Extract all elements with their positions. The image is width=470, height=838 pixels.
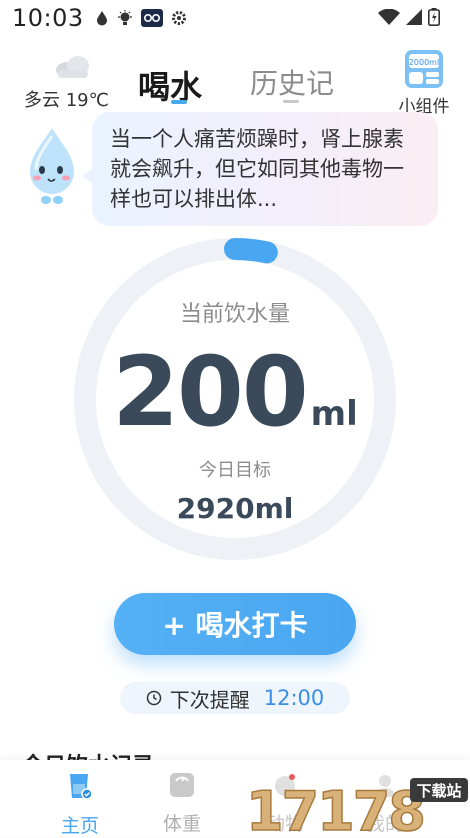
widget-button[interactable]: 2000ml 小组件 xyxy=(394,48,454,117)
water-cup-icon xyxy=(70,774,93,800)
gear-icon xyxy=(172,11,186,25)
water-drop-mascot xyxy=(30,128,74,204)
weather-text: 多云 19℃ xyxy=(24,90,109,111)
site-watermark: 17178 下载站 xyxy=(245,778,468,836)
tip-text: 当一个人痛苦烦躁时，肾上腺素就会飙升，但它如同其他毒物一样也可以排出体... xyxy=(110,127,404,211)
daily-goal-value: 2920ml xyxy=(176,492,294,525)
current-intake-value: 200 xyxy=(112,336,308,448)
nav-weight-label: 体重 xyxy=(162,813,201,835)
status-system-icons xyxy=(378,8,440,26)
status-notification-icons xyxy=(95,9,187,27)
app-notification-icon xyxy=(141,9,163,27)
next-reminder-label: 下次提醒 xyxy=(169,687,250,712)
nav-item-home[interactable]: 主页 xyxy=(50,772,110,838)
next-reminder[interactable]: 下次提醒 12:00 xyxy=(120,682,350,714)
drink-checkin-button[interactable]: + 喝水打卡 xyxy=(114,593,356,655)
cloud-icon xyxy=(56,56,89,78)
widget-icon: 2000ml xyxy=(405,50,443,88)
widget-icon-text: 2000ml xyxy=(409,58,439,67)
current-intake: 200 ml xyxy=(0,336,470,448)
current-intake-unit: ml xyxy=(310,394,358,434)
current-intake-label: 当前饮水量 xyxy=(179,302,290,327)
water-drop-icon xyxy=(97,11,107,26)
signal-icon xyxy=(406,9,422,25)
status-bar: 10:03 xyxy=(0,0,470,38)
daily-goal-label: 今日目标 xyxy=(199,460,271,481)
tip-bubble: 当一个人痛苦烦躁时，肾上腺素就会飙升，但它如同其他毒物一样也可以排出体... xyxy=(92,112,438,226)
battery-icon xyxy=(428,8,440,26)
clock-icon xyxy=(146,690,161,706)
next-reminder-time: 12:00 xyxy=(263,686,325,710)
scale-icon xyxy=(170,773,194,797)
wifi-icon xyxy=(378,9,400,25)
watermark-badge: 下载站 xyxy=(416,782,461,800)
tab-history[interactable]: 历史记 xyxy=(250,62,334,102)
active-tab-indicator xyxy=(171,100,187,104)
bulb-icon xyxy=(118,10,132,25)
drink-checkin-label: + 喝水打卡 xyxy=(162,609,308,642)
watermark-number: 17178 xyxy=(246,780,424,836)
status-time: 10:03 xyxy=(12,4,84,32)
nav-home-label: 主页 xyxy=(60,815,99,837)
inactive-tab-indicator xyxy=(283,100,299,103)
nav-item-weight[interactable]: 体重 xyxy=(152,772,212,836)
tab-drink-water[interactable]: 喝水 xyxy=(138,62,202,108)
